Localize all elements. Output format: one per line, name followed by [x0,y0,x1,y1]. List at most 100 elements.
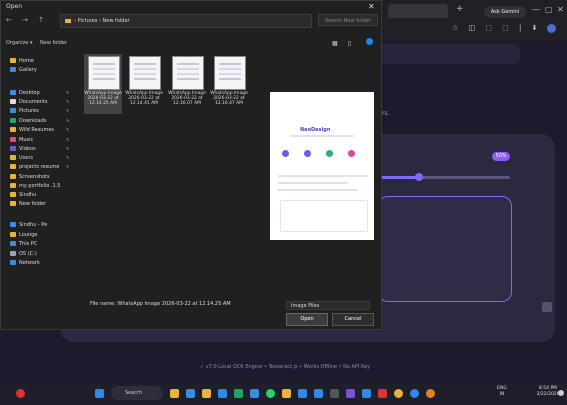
nav-item[interactable]: Music ✎ [10,137,69,143]
nav-item[interactable]: Users ✎ [10,155,69,161]
app-icon[interactable] [362,389,371,398]
folder-icon [10,183,16,188]
folder-icon [65,18,71,23]
preview-step-dot [348,150,355,157]
pin-icon: ✎ [66,146,70,151]
start-icon[interactable] [95,389,104,398]
organize-button[interactable]: Organize ▾ [6,40,33,46]
slider-fill [380,176,419,179]
folder-icon [10,260,16,265]
app-icon[interactable] [218,389,227,398]
app-icon[interactable] [282,389,291,398]
pin-icon: ✎ [66,137,70,142]
nav-arrows[interactable]: ← → ↑ [6,16,48,24]
open-button[interactable]: Open [286,313,328,326]
folder-icon [10,222,16,227]
file-name: WhatsApp Image 2026-03-22 at 12.14.25 AM [84,91,122,106]
folder-icon [10,164,16,169]
dialog-close-button[interactable]: ✕ [368,2,375,11]
app-icon[interactable] [298,389,307,398]
nav-item[interactable]: Screenshots [10,174,50,180]
file-name-label: File name: [90,301,116,307]
nav-item[interactable]: Home [10,58,34,64]
folder-icon [10,58,16,63]
file-item[interactable]: WhatsApp Image 2026-03-22 at 12.16.07 AM [168,54,206,114]
nav-item[interactable]: Wild Resumes ✎ [10,127,69,133]
nav-item[interactable]: Desktop ✎ [10,90,69,96]
file-item[interactable]: WhatsApp Image 2026-03-22 at 12.16.47 AM [210,54,248,114]
folder-icon [10,67,16,72]
nav-item[interactable]: This PC [10,241,37,247]
slider-knob[interactable] [415,173,423,181]
nav-item[interactable]: projects resume ✎ [10,164,69,170]
nav-item-label: Videos [19,146,36,152]
view-options-icon[interactable]: ▦ ▯ [332,40,355,47]
ask-gemini-button[interactable]: Ask Gemini [484,6,526,18]
nav-item[interactable]: Sindhu - Pe [10,222,47,228]
nav-item[interactable]: Gallery [10,67,37,73]
file-type-select[interactable]: Image Files [286,301,370,310]
page-banner [370,44,520,64]
clock[interactable]: 8:54 PM 3/22/2026 [534,386,562,398]
nav-item-label: Music [19,137,34,143]
side-button[interactable] [542,302,552,312]
toolbar-icons[interactable]: ☆ ◫ ⬚ ⬚ | ⬇ [452,24,541,32]
file-name-field[interactable]: File name: WhatsApp Image 2026-03-22 at … [90,301,231,307]
chrome-icon[interactable] [234,389,243,398]
taskbar-search[interactable]: Search [111,386,163,400]
app-icon[interactable] [346,389,355,398]
minimize-button[interactable]: — [532,5,540,14]
nav-item[interactable]: Pictures ✎ [10,108,69,114]
app-icon[interactable] [426,389,435,398]
close-window-button[interactable]: ✕ [557,5,564,14]
nav-item[interactable]: Sindhu [10,192,36,198]
preview-step-dot [326,150,333,157]
profile-avatar[interactable] [547,24,556,33]
nav-item[interactable]: Videos ✎ [10,146,69,152]
browser-tab[interactable] [388,4,448,18]
app-icon[interactable] [394,389,403,398]
weather-icon[interactable] [16,389,25,398]
nav-item[interactable]: New folder [10,201,46,207]
nav-item-label: Gallery [19,67,37,73]
file-item[interactable]: WhatsApp Image 2026-03-22 at 12.14.25 AM [84,54,122,114]
preview-step-dot [304,150,311,157]
folder-icon [10,127,16,132]
whatsapp-icon[interactable] [266,389,275,398]
nav-item[interactable]: Downloads ✎ [10,118,69,124]
preview-title: NeoDesign [300,127,331,133]
nav-item-label: Desktop [19,90,40,96]
app-icon[interactable] [378,389,387,398]
app-icon[interactable] [170,389,179,398]
nav-item-label: Home [19,58,34,64]
nav-item-label: projects resume [19,164,60,170]
pin-icon: ✎ [66,118,70,123]
app-icon[interactable] [186,389,195,398]
app-icon[interactable] [330,389,339,398]
taskbar-search-label: Search [125,390,143,396]
new-folder-button[interactable]: New folder [40,40,67,46]
vscode-icon[interactable] [314,389,323,398]
nav-item[interactable]: Documents ✎ [10,99,69,105]
nav-item[interactable]: Lounge [10,232,37,238]
nav-item[interactable]: OS (C:) [10,251,37,257]
help-icon[interactable] [366,38,373,45]
language-indicator[interactable]: ENG IN [492,386,512,398]
nav-item[interactable]: my portfolio .1.5 [10,183,60,189]
folder-icon [10,99,16,104]
maximize-button[interactable]: ▢ [545,5,553,14]
app-icon[interactable] [410,389,419,398]
nav-item-label: Screenshots [19,174,50,180]
preview-text-line [278,182,348,184]
nav-item[interactable]: Network [10,260,40,266]
file-item[interactable]: WhatsApp Image 2026-03-22 at 12.14.41 AM [125,54,163,114]
address-breadcrumb[interactable]: › Pictures › New folder [60,14,312,28]
new-tab-button[interactable]: + [456,4,464,14]
folder-icon [10,118,16,123]
dialog-search-input[interactable]: Search New folder [318,14,378,26]
edge-icon[interactable] [250,389,259,398]
file-explorer-icon[interactable] [202,389,211,398]
folder-icon [10,232,16,237]
upload-dropzone[interactable] [378,196,512,302]
cancel-button[interactable]: Cancel [332,313,374,326]
